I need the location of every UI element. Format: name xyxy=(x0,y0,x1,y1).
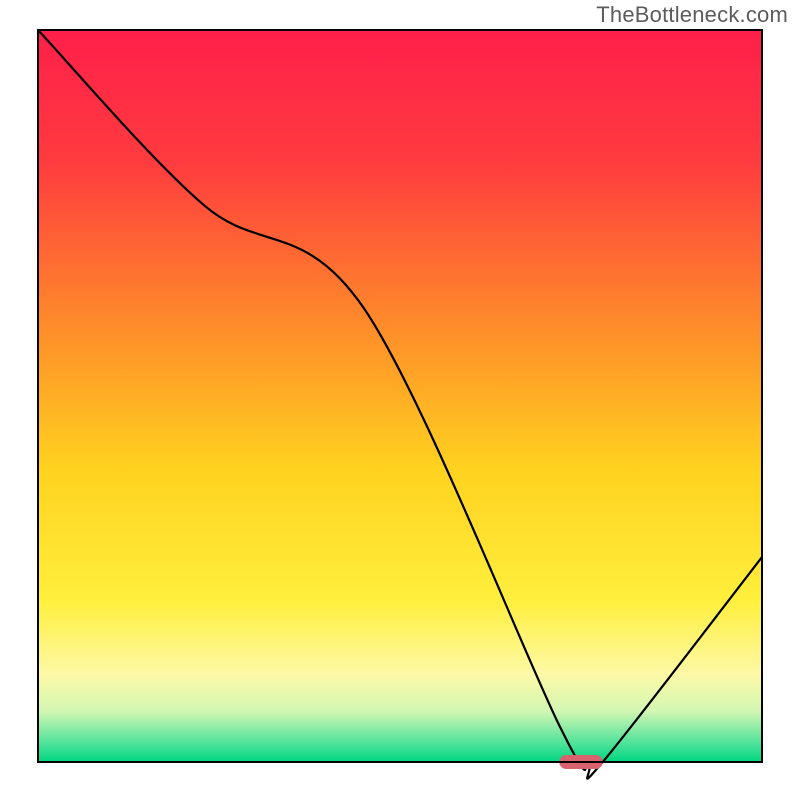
bottleneck-chart xyxy=(0,0,800,800)
plot-background xyxy=(38,30,762,762)
watermark-text: TheBottleneck.com xyxy=(596,2,788,28)
chart-container: TheBottleneck.com xyxy=(0,0,800,800)
